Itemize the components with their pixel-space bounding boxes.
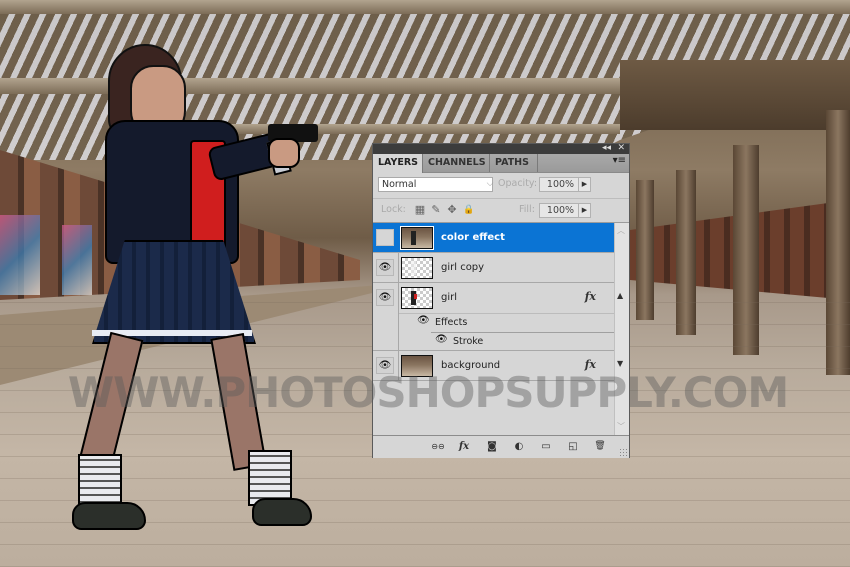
lock-all-icon[interactable]: 🔒 [463, 204, 475, 216]
add-layer-mask-icon[interactable]: ◙ [485, 440, 499, 453]
panel-titlebar[interactable]: ◂◂ ✕ [373, 143, 629, 154]
layer-name: color effect [441, 232, 505, 243]
fill-slider-button[interactable]: ▶ [578, 203, 591, 218]
divider [399, 313, 614, 314]
opacity-label: Opacity: [498, 178, 538, 189]
layer-effects-icon[interactable]: fx [585, 290, 596, 303]
resize-grip[interactable] [619, 448, 627, 456]
close-icon[interactable]: ✕ [617, 143, 625, 153]
tab-layers[interactable]: LAYERS [373, 154, 423, 173]
divider [431, 332, 614, 333]
layer-row-color-effect[interactable]: color effect [373, 223, 614, 253]
layer-row-girl[interactable]: 👁 girl fx 👁 Effects 👁 Stroke [373, 283, 614, 351]
double-chevron-left-icon[interactable]: ◂◂ [602, 143, 611, 153]
scroll-down-icon[interactable]: ﹀ [617, 421, 625, 432]
pillar [636, 180, 654, 320]
effects-label[interactable]: Effects [435, 317, 467, 328]
divider [398, 351, 399, 381]
thumb-figure [411, 291, 417, 305]
layers-list: color effect 👁 girl copy 👁 girl fx 👁 Eff… [373, 223, 629, 435]
opacity-input[interactable]: 100% [539, 177, 582, 192]
layer-expand-down-icon[interactable]: ▼ [617, 359, 623, 368]
blend-mode-select[interactable]: Normal ⌵ [378, 177, 493, 192]
thumb-figure [411, 231, 416, 245]
girl-figure [70, 40, 330, 540]
layer-row-girl-copy[interactable]: 👁 girl copy [373, 253, 614, 283]
layer-thumbnail [401, 355, 433, 377]
panel-tabs: LAYERS CHANNELS PATHS ▾≡ [373, 154, 629, 173]
roof-beam [0, 0, 850, 14]
girl-shoe-left [72, 502, 146, 530]
layer-thumbnail [401, 287, 433, 309]
layer-row-background[interactable]: 👁 background fx [373, 351, 614, 381]
concrete-canopy [620, 60, 850, 130]
layer-name: girl copy [441, 262, 485, 273]
lock-transparent-pixels-icon[interactable]: ▦ [414, 204, 426, 216]
layer-expand-up-icon[interactable]: ▲ [617, 291, 623, 300]
opacity-slider-button[interactable]: ▶ [578, 177, 591, 192]
divider [398, 253, 399, 283]
add-layer-style-icon[interactable]: fx [457, 440, 471, 453]
layers-scrollbar[interactable]: ︿ ▲ ▼ ﹀ [614, 223, 629, 435]
lock-image-pixels-icon[interactable]: ✎ [430, 204, 442, 216]
lock-fill-row: Lock: ▦ ✎ ✥ 🔒 Fill: 100% ▶ [373, 199, 629, 223]
tab-channels[interactable]: CHANNELS [423, 154, 490, 172]
girl-hand [268, 138, 300, 168]
delete-layer-icon[interactable]: 🗑 [593, 440, 607, 453]
new-layer-icon[interactable]: ◱ [566, 440, 580, 453]
fill-label: Fill: [519, 204, 535, 215]
eye-icon[interactable]: 👁 [376, 259, 394, 276]
thumb-figure [411, 261, 416, 275]
eye-icon[interactable]: 👁 [376, 289, 394, 306]
layer-thumbnail [400, 226, 434, 250]
girl-shoe-right [252, 498, 312, 526]
effects-eye-icon[interactable]: 👁 [417, 315, 430, 326]
fill-input[interactable]: 100% [539, 203, 582, 218]
chevron-down-icon: ⌵ [486, 179, 494, 189]
panel-menu-icon[interactable]: ▾≡ [613, 155, 626, 166]
blend-mode-value: Normal [382, 179, 417, 190]
stroke-eye-icon[interactable]: 👁 [435, 334, 448, 345]
new-group-icon[interactable]: ▭ [539, 440, 553, 453]
stroke-effect-label[interactable]: Stroke [453, 336, 483, 347]
layers-panel: ◂◂ ✕ LAYERS CHANNELS PATHS ▾≡ Normal ⌵ O… [372, 143, 630, 458]
lock-label: Lock: [381, 204, 406, 215]
lock-position-icon[interactable]: ✥ [446, 204, 458, 216]
layer-name: background [441, 360, 501, 371]
layer-name: girl [441, 292, 458, 303]
layers-bottom-toolbar: ⊖⊖ fx ◙ ◐ ▭ ◱ 🗑 [373, 435, 629, 458]
new-adjustment-layer-icon[interactable]: ◐ [512, 440, 526, 453]
divider [398, 283, 399, 351]
scroll-up-icon[interactable]: ︿ [617, 225, 625, 236]
layer-thumbnail [401, 257, 433, 279]
blend-opacity-row: Normal ⌵ Opacity: 100% ▶ [373, 174, 629, 199]
graffiti [0, 215, 40, 295]
visibility-toggle-off[interactable] [376, 229, 394, 246]
layer-effects-icon[interactable]: fx [585, 358, 596, 371]
eye-icon[interactable]: 👁 [376, 357, 394, 374]
tab-paths[interactable]: PATHS [490, 154, 538, 172]
link-layers-icon[interactable]: ⊖⊖ [428, 440, 448, 453]
girl-leg-left [78, 331, 144, 471]
